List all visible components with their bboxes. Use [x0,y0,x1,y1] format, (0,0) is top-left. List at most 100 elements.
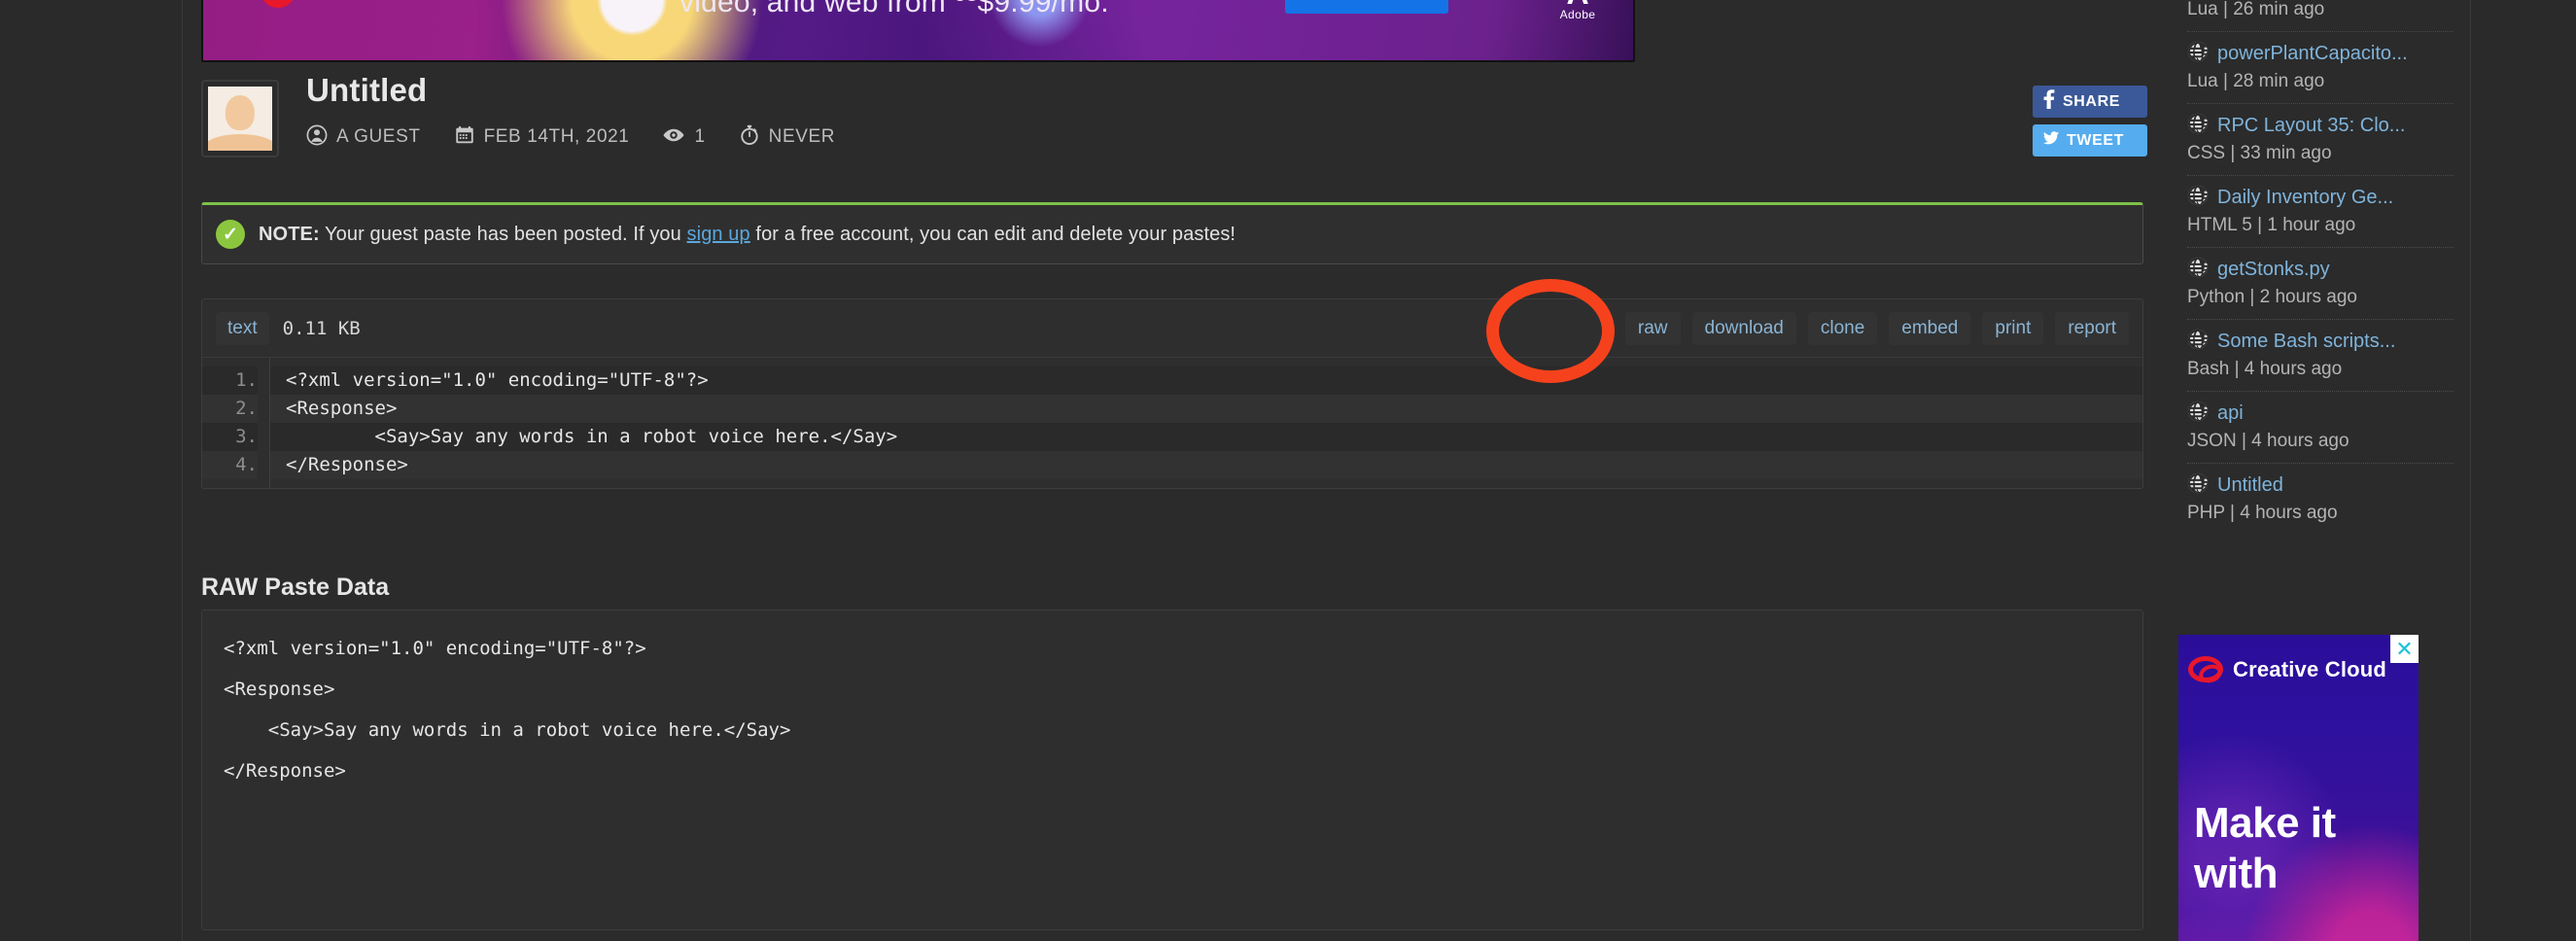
globe-icon [2187,185,2209,211]
page-right-gutter [2472,0,2576,941]
facebook-icon [2043,89,2055,114]
paste-action-links: raw download clone embed print report [1625,312,2129,345]
paste-language-chip[interactable]: text [216,312,269,345]
banner-ad-logo-dot [261,0,295,8]
embed-link[interactable]: embed [1889,312,1970,345]
report-link[interactable]: report [2055,312,2129,345]
download-link[interactable]: download [1692,312,1796,345]
paste-size-label: 0.11 KB [283,318,361,339]
calendar-icon [454,124,475,146]
sidebar-ad[interactable]: Creative Cloud Make it with ✕ [2178,635,2419,941]
raw-link[interactable]: raw [1625,312,1681,345]
list-item-title[interactable]: Some Bash scripts... [2217,331,2395,353]
globe-icon [2187,257,2209,283]
list-item-meta: HTML 5 | 1 hour ago [2187,215,2454,236]
main-content-column: video, and web from US$9.99/mo. A Adobe … [184,0,2169,941]
line-number: 2. [202,395,258,423]
paste-expiry-label: NEVER [769,125,835,146]
globe-icon [2187,401,2209,427]
raw-paste-data-title: RAW Paste Data [201,574,389,602]
globe-icon [2187,472,2209,499]
line-number: 1. [202,366,258,395]
user-icon [306,124,328,146]
pastebin-page: video, and web from US$9.99/mo. A Adobe … [0,0,2576,941]
eye-icon [662,124,685,146]
list-item-meta: Bash | 4 hours ago [2187,359,2454,380]
paste-author[interactable]: A GUEST [306,124,421,146]
list-item[interactable]: api JSON | 4 hours ago [2187,392,2454,464]
note-text-2: for a free account, you can edit and del… [750,224,1236,245]
list-item-title[interactable]: Daily Inventory Ge... [2217,187,2393,209]
facebook-share-label: SHARE [2063,93,2120,111]
globe-icon [2187,329,2209,355]
adobe-mark-icon: A [1544,0,1612,8]
twitter-share-button[interactable]: TWEET [2033,124,2147,157]
note-text-1: Your guest paste has been posted. If you [320,224,687,245]
code-line-numbers: 1. 2. 3. 4. [202,358,270,488]
share-buttons: SHARE TWEET [2033,86,2147,163]
paste-meta-row: A GUEST [306,124,835,146]
list-item[interactable]: Some Bash scripts... Bash | 4 hours ago [2187,320,2454,392]
page-title: Untitled [306,72,427,109]
stopwatch-icon [739,124,760,146]
check-circle-icon: ✓ [216,220,245,249]
avatar [201,80,279,157]
twitter-share-label: TWEET [2067,132,2124,150]
line-number: 3. [202,423,258,451]
paste-date-label: FEB 14TH, 2021 [484,125,630,146]
line-number: 4. [202,451,258,479]
code-line: <Say>Say any words in a robot voice here… [270,423,2142,451]
code-viewer[interactable]: 1. 2. 3. 4. <?xml version="1.0" encoding… [202,358,2142,488]
paste-author-label: A GUEST [336,125,421,146]
clone-link[interactable]: clone [1808,312,1877,345]
banner-ad-text: video, and web from US$9.99/mo. [679,0,1282,19]
list-item-meta: PHP | 4 hours ago [2187,503,2454,524]
list-item[interactable]: Untitled PHP | 4 hours ago [2187,464,2454,535]
list-item-title[interactable]: api [2217,402,2244,425]
raw-paste-data-content: <?xml version="1.0" encoding="UTF-8"?> <… [224,628,2121,791]
paste-views-count: 1 [694,125,705,146]
globe-icon [2187,41,2209,67]
list-item-meta: Lua | 28 min ago [2187,71,2454,92]
globe-icon [2187,113,2209,139]
sidebar-ad-brand: Creative Cloud [2188,656,2386,682]
list-item[interactable]: getStonks.py Python | 2 hours ago [2187,248,2454,320]
banner-ad-cta-button[interactable] [1285,0,1448,14]
facebook-share-button[interactable]: SHARE [2033,86,2147,118]
raw-paste-data-box[interactable]: <?xml version="1.0" encoding="UTF-8"?> <… [201,610,2143,930]
list-item-meta: Python | 2 hours ago [2187,287,2454,308]
guest-paste-note-text: NOTE: Your guest paste has been posted. … [259,224,1236,246]
list-item-title[interactable]: powerPlantCapacito... [2217,43,2408,65]
paste-date: FEB 14TH, 2021 [454,124,630,146]
page-left-gutter [0,0,183,941]
code-line: <?xml version="1.0" encoding="UTF-8"?> [270,366,2142,395]
code-line: </Response> [270,451,2142,479]
paste-toolbar: text 0.11 KB raw download clone embed pr… [202,299,2142,358]
list-item-meta: Lua | 26 min ago [2187,0,2454,20]
list-item-meta: CSS | 33 min ago [2187,143,2454,164]
print-link[interactable]: print [1982,312,2043,345]
sidebar-ad-headline: Make it with [2194,798,2336,899]
recent-pastes-list: Lua | 26 min ago powerPlantCapacito... L… [2170,0,2471,535]
creative-cloud-icon [2188,656,2223,682]
list-item[interactable]: Daily Inventory Ge... HTML 5 | 1 hour ag… [2187,176,2454,248]
list-item-meta: JSON | 4 hours ago [2187,431,2454,452]
sidebar-ad-brand-label: Creative Cloud [2233,657,2386,682]
note-prefix: NOTE: [259,224,320,245]
code-line: <Response> [270,395,2142,423]
list-item[interactable]: powerPlantCapacito... Lua | 28 min ago [2187,32,2454,104]
list-item[interactable]: Lua | 26 min ago [2187,0,2454,32]
code-lines: <?xml version="1.0" encoding="UTF-8"?> <… [270,358,2142,488]
list-item-title[interactable]: getStonks.py [2217,259,2330,281]
paste-box: text 0.11 KB raw download clone embed pr… [201,298,2143,489]
list-item-title[interactable]: Untitled [2217,474,2283,497]
top-banner-ad[interactable]: video, and web from US$9.99/mo. A Adobe [201,0,1635,62]
banner-ad-brand: A Adobe [1544,0,1612,21]
guest-paste-note: ✓ NOTE: Your guest paste has been posted… [201,202,2143,264]
twitter-icon [2043,131,2059,150]
sign-up-link[interactable]: sign up [687,224,750,245]
list-item-title[interactable]: RPC Layout 35: Clo... [2217,115,2405,137]
list-item[interactable]: RPC Layout 35: Clo... CSS | 33 min ago [2187,104,2454,176]
paste-expiry: NEVER [739,124,835,146]
close-icon[interactable]: ✕ [2390,635,2419,663]
